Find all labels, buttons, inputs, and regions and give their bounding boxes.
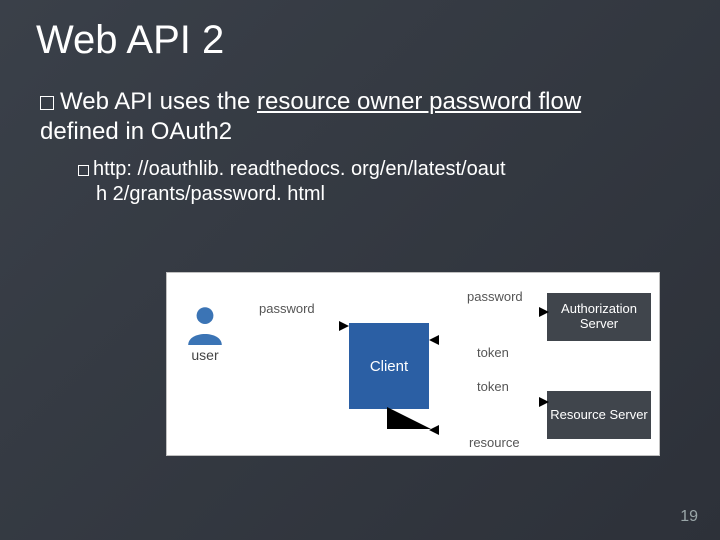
arrow-label-client-token: token (477, 379, 509, 394)
client-connector-top (387, 401, 431, 405)
user-label: user (177, 347, 233, 363)
arrow-client-to-resource (429, 395, 549, 409)
bullet2-text-line2: h 2/grants/password. html (96, 182, 325, 207)
bullet-square-icon (40, 96, 54, 110)
arrow-client-to-auth (429, 305, 549, 319)
bullet-level-1: Web API uses the resource owner password… (40, 87, 640, 147)
arrow-label-resource: resource (469, 435, 520, 450)
arrow-label-user-password: password (259, 301, 315, 316)
arrow-label-auth-token: token (477, 345, 509, 360)
arrow-user-to-client (225, 319, 349, 333)
bullet1-text-post: defined in OAuth2 (40, 118, 232, 145)
page-number: 19 (680, 508, 698, 526)
client-connector-lines (387, 407, 431, 437)
bullet-level-2: http: //oauthlib. readthedocs. org/en/la… (78, 157, 638, 207)
bullet1-text-underlined: resource owner password flow (257, 88, 581, 115)
authorization-server-box: Authorization Server (547, 293, 651, 341)
client-box: Client (349, 323, 429, 409)
slide-title: Web API 2 (36, 18, 684, 63)
arrow-label-client-password: password (467, 289, 523, 304)
oauth-flow-diagram: user Client Authorization Server Resourc… (166, 272, 660, 456)
bullet1-text-pre: Web API uses the (60, 88, 257, 115)
bullet2-text-line1: http: //oauthlib. readthedocs. org/en/la… (93, 158, 506, 180)
resource-server-box: Resource Server (547, 391, 651, 439)
bullet-square-icon (78, 165, 89, 176)
user-icon (184, 303, 226, 345)
